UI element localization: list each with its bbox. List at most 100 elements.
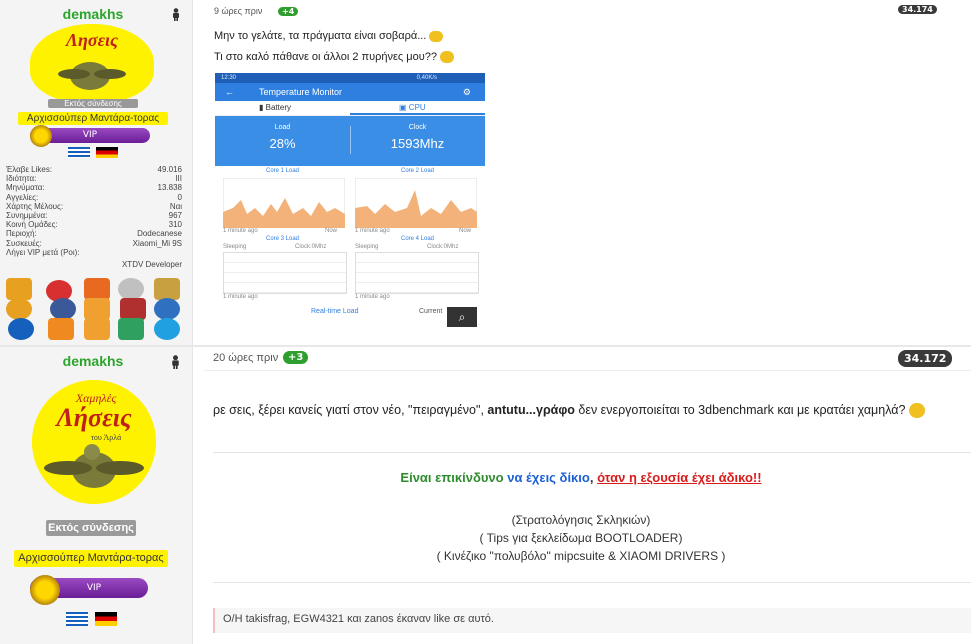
- stat-row: Συσκευές: Xiaomi_Mi 9S: [6, 239, 182, 248]
- user-role: XTDV Developer: [121, 260, 182, 270]
- stat-row: Κοινή Ομάδες: 310: [6, 220, 182, 229]
- stat-value: 310: [168, 220, 182, 230]
- load-value: 28%: [269, 136, 296, 151]
- stat-value: 13.838: [157, 183, 182, 193]
- signature-link-2[interactable]: ( Tips για ξεκλείδωμα BOOTLOADER): [213, 531, 949, 545]
- stat-value: Ναι: [169, 201, 182, 211]
- award-facebook-icon: [50, 298, 76, 320]
- stat-label: Συνημμένα:: [6, 211, 48, 221]
- vip-badge-top: VIP: [30, 125, 150, 147]
- award-like-icon: [84, 318, 110, 340]
- signature-divider: [213, 452, 971, 453]
- award-icon: [6, 298, 32, 320]
- post-time-top[interactable]: 9 ώρες πριν: [214, 6, 262, 16]
- award-greece-icon: [8, 318, 34, 340]
- vip-label-bottom: VIP: [86, 583, 102, 593]
- phone-screenshot[interactable]: 12:30 0,40K/s ← Temperature Monitor ⚙ ▮ …: [215, 73, 485, 331]
- award-icon: [154, 278, 180, 300]
- signature-link-1[interactable]: (Στρατολόγησις Σκληκιών): [213, 513, 949, 527]
- award-icon: [118, 318, 144, 340]
- likes-summary: O/H takisfrag, EGW4321 και zanos έκαναν …: [213, 608, 971, 633]
- vip-coin-icon: [30, 575, 60, 605]
- post-counter-bottom[interactable]: 34.172: [898, 350, 953, 367]
- post-body: ρε σεις, ξέρει κανείς γιατί στον νέο, "π…: [213, 400, 953, 420]
- signature-quote: Είναι επικίνδυνο να έχεις δίκιο, όταν η …: [400, 470, 762, 485]
- stat-label: Συσκευές:: [6, 238, 42, 248]
- back-arrow-icon[interactable]: ←: [225, 83, 234, 101]
- confused-smiley-icon: [908, 403, 925, 419]
- avatar-top[interactable]: Λησεις: [30, 24, 154, 102]
- vip-coin-icon: [30, 125, 52, 147]
- svg-text:Λησεις: Λησεις: [64, 30, 118, 50]
- post-line-1: Μην το γελάτε, τα πράγματα είναι σοβαρά.…: [214, 30, 444, 42]
- signature-link[interactable]: όταν η εξουσία έχει άδικο!!: [597, 470, 761, 485]
- greek-flag-icon: [66, 612, 88, 626]
- post-counter-top[interactable]: 34.174: [898, 5, 937, 14]
- vip-badge-bottom: VIP: [30, 575, 148, 605]
- app-tabs: ▮ Battery ▣ CPU: [215, 101, 485, 115]
- award-icon: [120, 298, 146, 320]
- status-bar: 12:30 0,40K/s: [215, 73, 485, 83]
- award-icon: [84, 298, 110, 320]
- award-icon: [154, 298, 180, 320]
- likes-divider: [213, 582, 971, 583]
- stat-label: Χάρτης Μέλους:: [6, 201, 64, 211]
- stat-row: Ιδιότητα: ΙΙΙ: [6, 174, 182, 183]
- core1-chart: [223, 178, 345, 228]
- stat-value: Dodecanese: [137, 229, 182, 239]
- avatar-image: Χαμηλές Λήσεις του Άρλά: [32, 380, 156, 504]
- stat-row: Χάρτης Μέλους: Ναι: [6, 202, 182, 211]
- realtime-tab[interactable]: Real-time Load: [311, 308, 358, 315]
- post-time-bottom[interactable]: 20 ώρες πριν: [213, 352, 278, 364]
- likes-badge-bottom[interactable]: +3: [283, 351, 309, 364]
- stat-label: Λήγει VIP μετά (Ροι):: [6, 247, 80, 257]
- avatar-bottom[interactable]: Χαμηλές Λήσεις του Άρλά: [32, 380, 156, 504]
- stat-label: Κοινή Ομάδες:: [6, 220, 58, 230]
- tab-battery[interactable]: ▮ Battery: [259, 101, 291, 115]
- german-flag-icon: [95, 612, 117, 626]
- realtime-row: Real-time Load Current: [215, 306, 485, 331]
- stat-label: Αγγελίες:: [6, 192, 39, 202]
- cpu-summary: Load 28% Clock 1593Mhz: [215, 116, 485, 166]
- likes-badge-top[interactable]: +4: [278, 7, 299, 16]
- avatar-image: Λησεις: [30, 24, 154, 102]
- smiley-icon: [429, 30, 444, 42]
- award-10k-icon: [48, 318, 74, 340]
- post-header-divider: [204, 370, 971, 371]
- stat-row: Μηνύματα: 13.838: [6, 183, 182, 192]
- app-toolbar: ← Temperature Monitor ⚙: [215, 83, 485, 101]
- stat-row: Περιοχή: Dodecanese: [6, 229, 182, 238]
- stat-value: 0: [177, 192, 182, 202]
- stat-value: ΙΙΙ: [175, 174, 182, 184]
- search-icon[interactable]: ⌕: [447, 307, 477, 327]
- stat-value: 49.016: [157, 165, 182, 174]
- vip-label-top: VIP: [82, 130, 98, 140]
- user-stats: Έλαβε Likes: 49.016 Ιδιότητα: ΙΙΙ Μηνύματα: 1…: [6, 165, 182, 269]
- settings-icon[interactable]: ⚙: [463, 83, 471, 101]
- cpu-icon: ▣: [399, 103, 407, 112]
- stat-label: Έλαβε Likes:: [6, 165, 53, 174]
- stat-label: Μηνύματα:: [6, 183, 45, 193]
- greek-flag-icon: [68, 147, 90, 158]
- clock-value: 1593Mhz: [390, 136, 445, 151]
- core-charts: Core 1 Load Core 2 Load 1 minute ago Now…: [215, 166, 485, 306]
- awards-grid: [6, 278, 186, 344]
- likes-summary-text[interactable]: O/H takisfrag, EGW4321 και zanos έκαναν …: [223, 613, 494, 625]
- status-badge-bottom: Εκτός σύνδεσης: [46, 520, 136, 536]
- battery-icon: ▮: [259, 103, 264, 112]
- username-top[interactable]: demakhs: [40, 6, 146, 22]
- signature-link-3[interactable]: ( Κινέζικο "πολυβόλο" mipcsuite & XIAOMI…: [213, 549, 949, 563]
- stat-row: Λήγει VIP μετά (Ροι):: [6, 248, 182, 257]
- stat-label: Περιοχή:: [6, 229, 37, 239]
- stat-row: Αγγελίες: 0: [6, 193, 182, 202]
- person-icon: [172, 355, 179, 369]
- core2-chart: [355, 178, 477, 228]
- rank-badge-top: Αρχισσούπερ Μαντάρα-τορας: [18, 112, 168, 125]
- stat-value: 967: [168, 211, 182, 221]
- award-vip-icon: [6, 278, 32, 300]
- german-flag-icon: [96, 147, 118, 158]
- username-bottom[interactable]: demakhs: [40, 353, 146, 369]
- svg-text:Λήσεις: Λήσεις: [54, 403, 132, 432]
- award-icon: [154, 318, 180, 340]
- rank-badge-bottom: Αρχισσούπερ Μαντάρα-τορας: [14, 550, 168, 567]
